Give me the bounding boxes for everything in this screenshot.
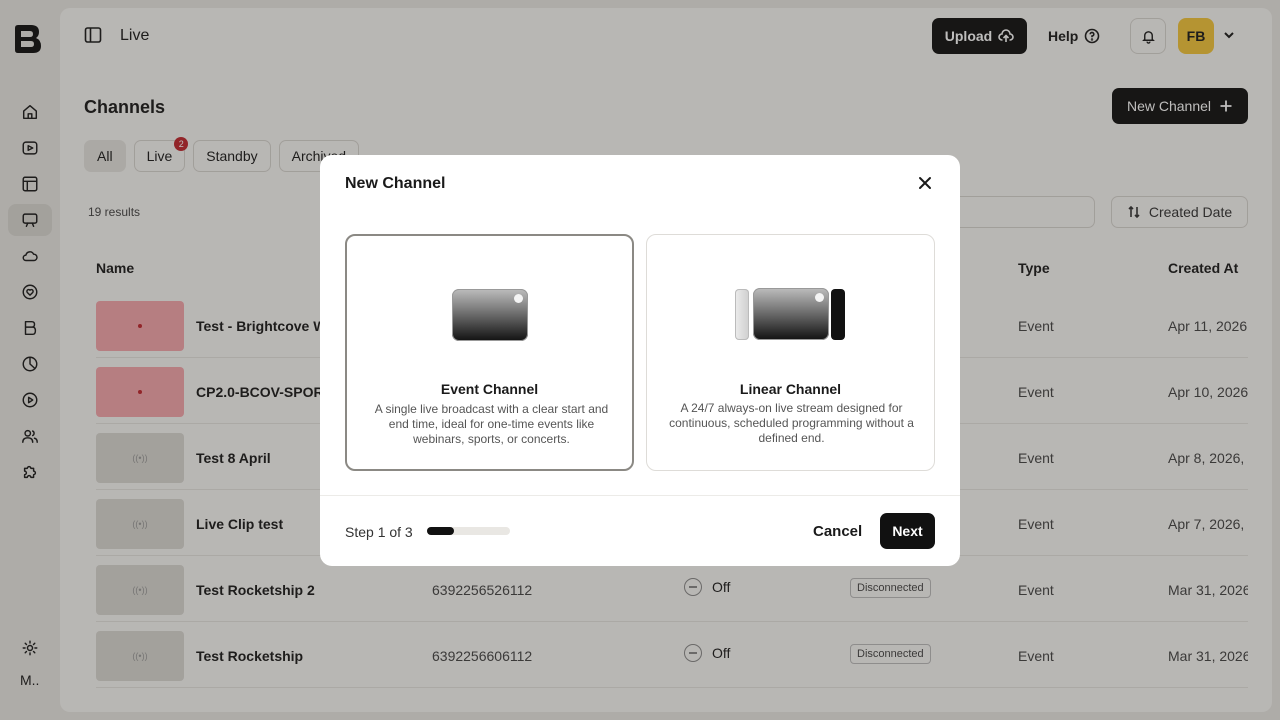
step-progress-fill xyxy=(427,527,455,535)
linear-screen-left-icon xyxy=(735,289,749,340)
option-description: A 24/7 always-on live stream designed fo… xyxy=(669,401,914,445)
dialog-footer: Step 1 of 3 Cancel Next xyxy=(320,495,960,566)
linear-screen-icon xyxy=(753,288,829,340)
step-progress-bar xyxy=(427,527,510,535)
option-title: Linear Channel xyxy=(739,381,842,397)
dialog-title: New Channel xyxy=(345,175,446,192)
linear-screen-right-icon xyxy=(831,289,845,340)
option-title: Event Channel xyxy=(440,381,539,397)
event-channel-option[interactable]: Event Channel A single live broadcast wi… xyxy=(345,234,634,471)
event-screen-icon xyxy=(452,289,528,341)
close-icon[interactable] xyxy=(915,173,935,193)
cancel-button[interactable]: Cancel xyxy=(813,523,862,540)
next-button[interactable]: Next xyxy=(880,513,935,549)
linear-channel-option[interactable]: Linear Channel A 24/7 always-on live str… xyxy=(646,234,935,471)
step-indicator: Step 1 of 3 xyxy=(345,524,413,540)
option-description: A single live broadcast with a clear sta… xyxy=(374,402,609,446)
new-channel-dialog: New Channel Event Channel A single live … xyxy=(320,155,960,566)
